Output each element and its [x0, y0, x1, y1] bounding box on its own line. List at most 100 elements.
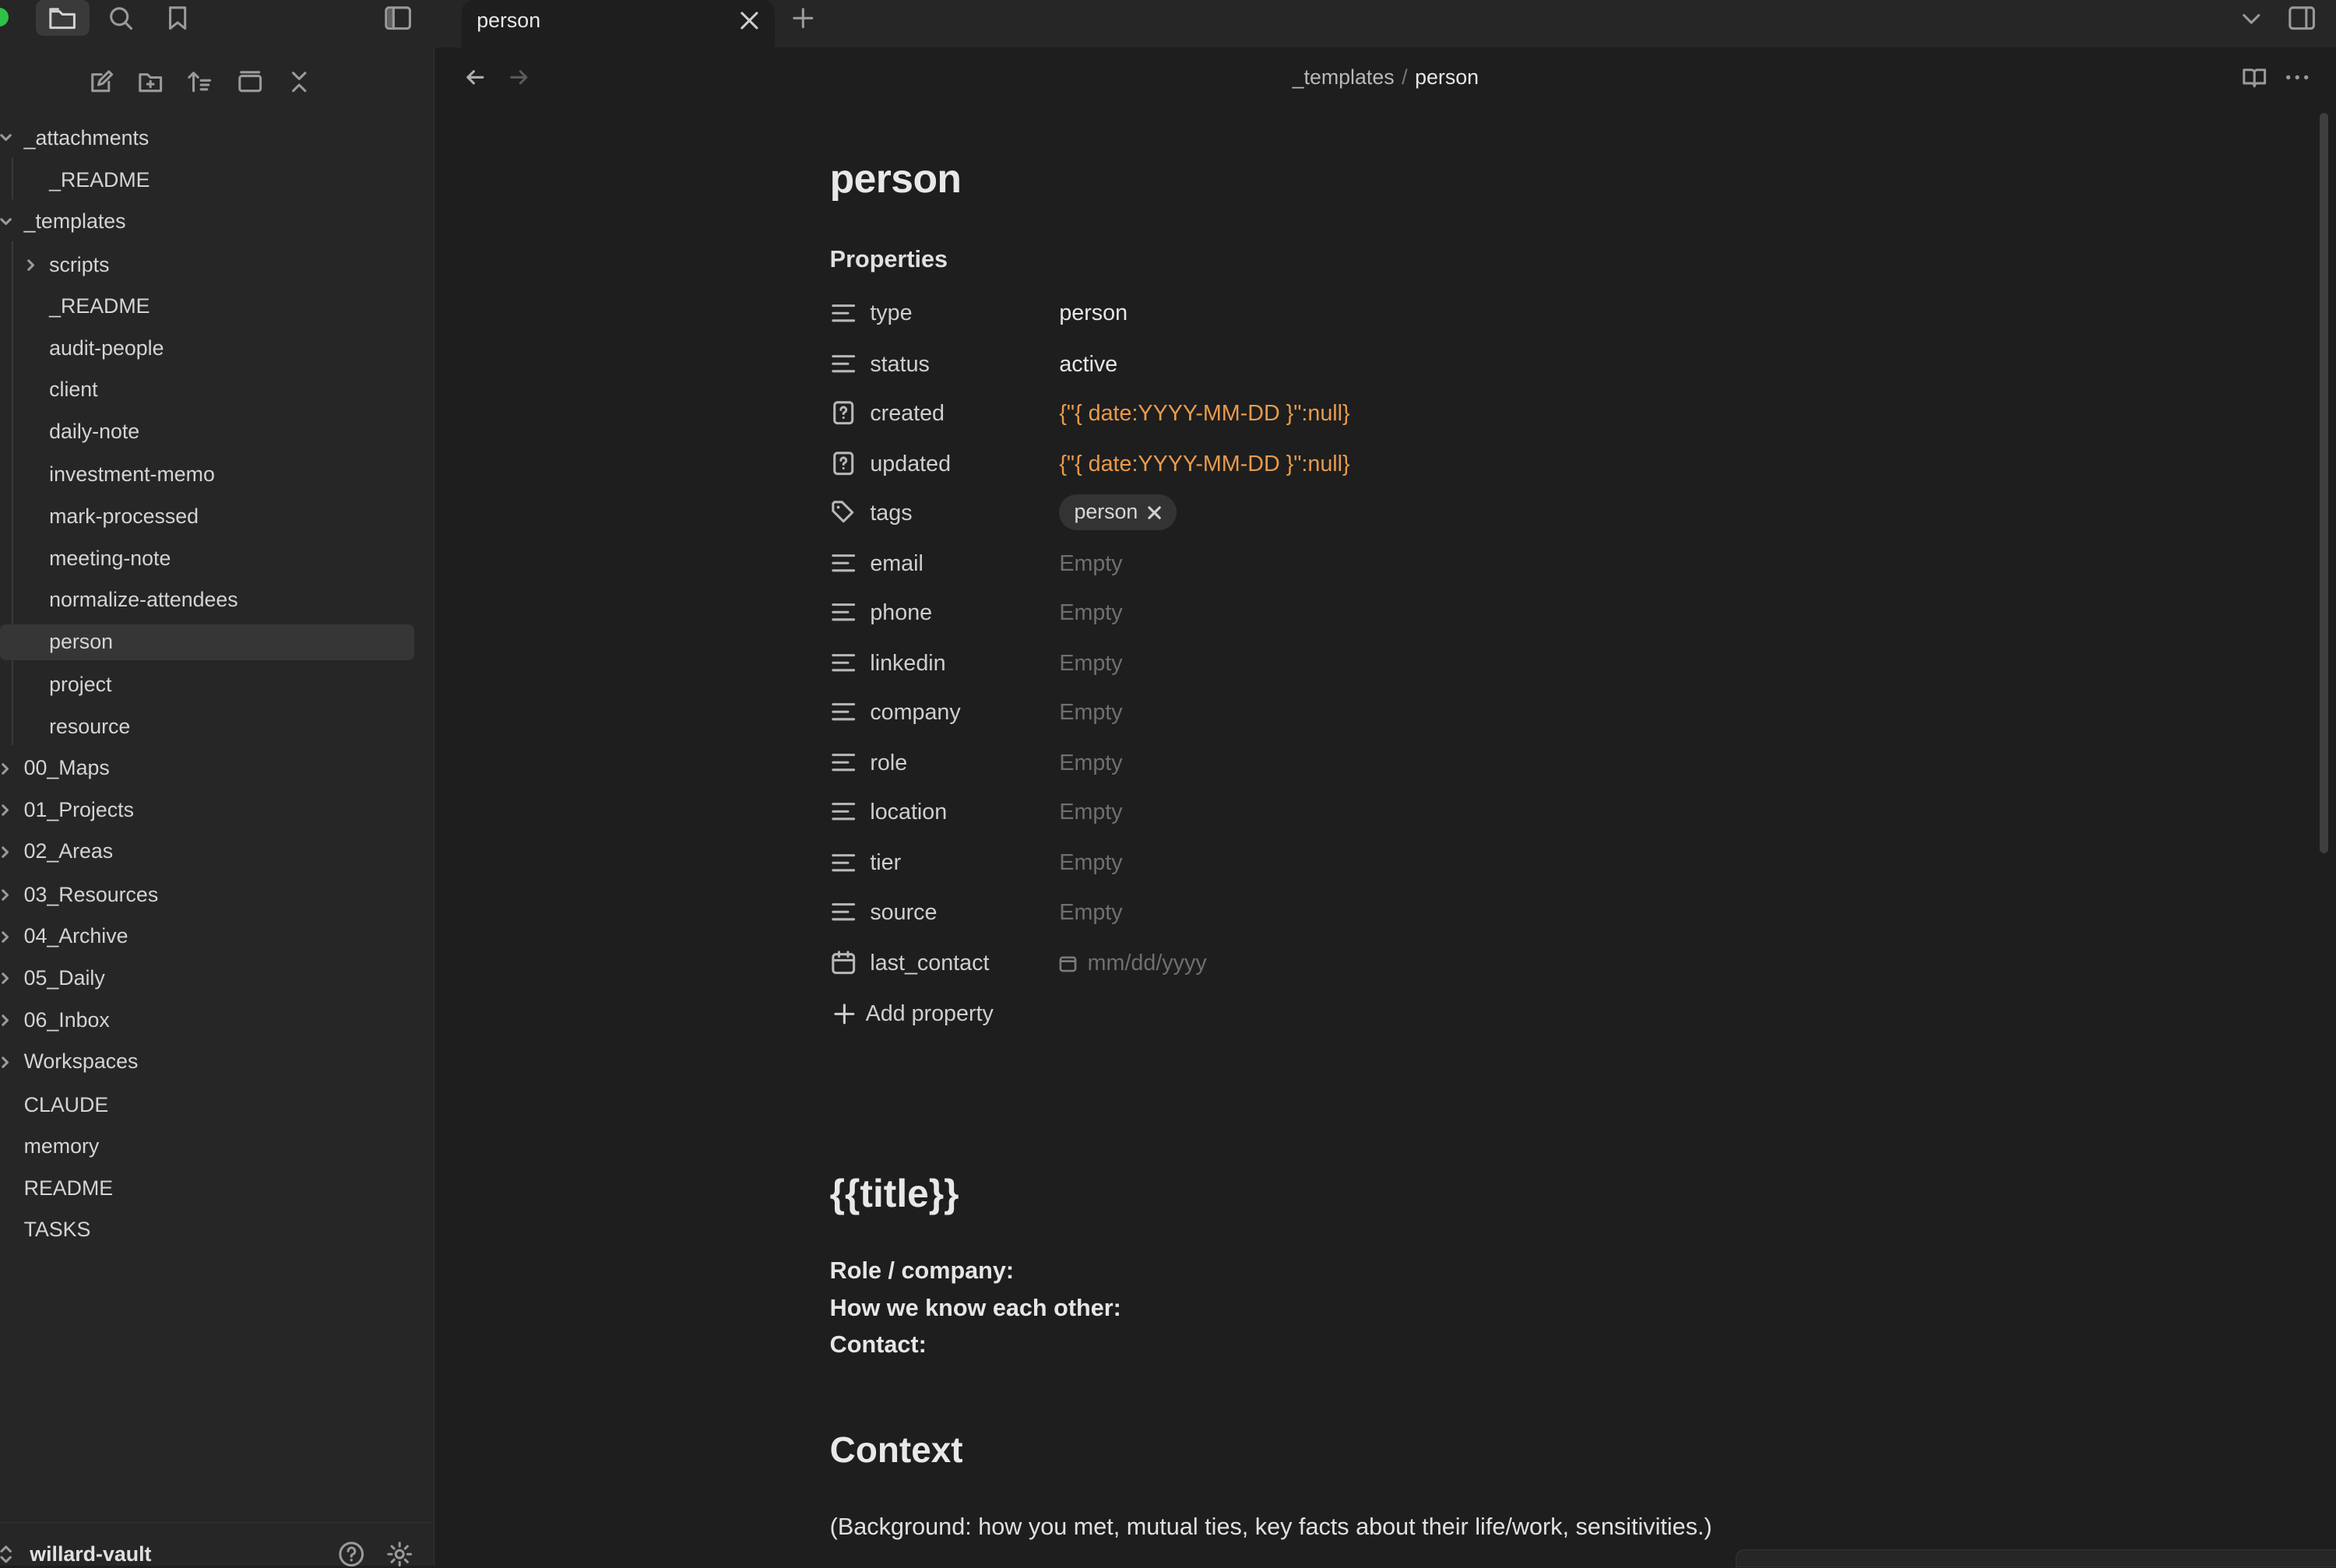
tree-file[interactable]: audit-people [0, 331, 432, 367]
tree-file[interactable]: person [0, 624, 414, 660]
text-icon[interactable] [830, 300, 857, 326]
bookmark-icon[interactable] [150, 0, 204, 36]
property-row-email[interactable]: email Empty [830, 541, 1724, 590]
property-row-location[interactable]: location Empty [830, 789, 1724, 838]
text-icon[interactable] [830, 798, 857, 824]
tree-file[interactable]: client [0, 372, 432, 408]
note-title[interactable]: person [830, 155, 962, 202]
property-row-created[interactable]: created {"{ date:YYYY-MM-DD }":null} [830, 390, 1724, 439]
new-folder-icon[interactable] [131, 62, 170, 101]
property-key[interactable]: phone [870, 600, 932, 626]
collapse-all-icon[interactable] [280, 62, 319, 101]
breadcrumb-folder[interactable]: _templates [1293, 65, 1395, 89]
tree-folder[interactable]: 05_Daily [0, 961, 432, 997]
property-row-last-contact[interactable]: last_contact mm/dd/yyyy [830, 940, 1724, 989]
property-key[interactable]: created [870, 401, 945, 427]
text-icon[interactable] [830, 698, 857, 725]
tree-folder[interactable]: 01_Projects [0, 793, 432, 828]
chevron-right-icon[interactable] [0, 971, 13, 986]
body-title[interactable]: {{title}} [830, 1171, 959, 1216]
tree-file[interactable]: memory [0, 1129, 432, 1165]
context-paragraph[interactable]: (Background: how you met, mutual ties, k… [830, 1514, 1712, 1541]
tree-file[interactable]: project [0, 667, 432, 703]
property-row-phone[interactable]: phone Empty [830, 590, 1724, 639]
tree-folder[interactable]: Workspaces [0, 1044, 432, 1080]
tree-folder[interactable]: 00_Maps [0, 751, 432, 786]
chevron-right-icon[interactable] [24, 258, 39, 272]
property-key[interactable]: tier [870, 850, 901, 876]
tree-file[interactable]: mark-processed [0, 499, 432, 535]
property-value[interactable]: active [1059, 352, 1117, 378]
unknown-type-icon[interactable] [830, 399, 857, 426]
add-property-button[interactable]: Add property [834, 1001, 994, 1027]
body-line[interactable]: Contact: [830, 1331, 927, 1359]
breadcrumb-current[interactable]: person [1415, 65, 1479, 89]
property-row-updated[interactable]: updated {"{ date:YYYY-MM-DD }":null} [830, 441, 1724, 490]
tree-folder[interactable]: 02_Areas [0, 834, 432, 870]
property-row-role[interactable]: role Empty [830, 740, 1724, 789]
tree-folder[interactable]: 04_Archive [0, 919, 432, 955]
auto-reveal-icon[interactable] [231, 62, 270, 101]
body-line[interactable]: How we know each other: [830, 1295, 1121, 1322]
tag-pill[interactable]: person [1059, 494, 1177, 531]
tree-file[interactable]: resource [0, 709, 432, 745]
help-icon[interactable] [338, 1541, 364, 1567]
tree-file[interactable]: _README [0, 289, 432, 325]
tree-file[interactable]: CLAUDE [0, 1088, 432, 1123]
chevron-right-icon[interactable] [0, 761, 13, 776]
property-value[interactable]: {"{ date:YYYY-MM-DD }":null} [1059, 401, 1349, 427]
sidebar-toggle-icon[interactable] [371, 0, 424, 36]
remove-tag-icon[interactable] [1147, 505, 1162, 520]
window-zoom-button[interactable] [0, 7, 9, 27]
tree-file[interactable]: _README [0, 163, 432, 199]
property-key[interactable]: updated [870, 452, 951, 477]
more-options-icon[interactable] [2284, 65, 2310, 90]
text-icon[interactable] [830, 599, 857, 625]
property-value-empty[interactable]: Empty [1059, 700, 1122, 726]
property-value[interactable]: person [1059, 301, 1128, 326]
property-row-tier[interactable]: tier Empty [830, 840, 1724, 889]
property-key[interactable]: tags [870, 501, 912, 526]
property-value-empty[interactable]: Empty [1059, 900, 1122, 926]
chevron-right-icon[interactable] [0, 1055, 13, 1070]
property-row-company[interactable]: company Empty [830, 690, 1724, 739]
property-key[interactable]: status [870, 352, 930, 378]
tree-file[interactable]: _templates [0, 204, 432, 240]
new-note-icon[interactable] [82, 62, 121, 101]
new-tab-icon[interactable] [791, 6, 815, 30]
gear-icon[interactable] [386, 1541, 413, 1567]
property-value-empty[interactable]: Empty [1059, 600, 1122, 626]
text-icon[interactable] [830, 749, 857, 775]
vault-switcher[interactable]: willard-vault [0, 1522, 434, 1567]
property-key[interactable]: role [870, 751, 907, 776]
property-key[interactable]: type [870, 301, 912, 326]
property-key[interactable]: location [870, 800, 947, 825]
tab-person[interactable]: person [462, 0, 775, 48]
property-row-status[interactable]: status active [830, 341, 1724, 390]
tree-file[interactable]: _attachments [0, 121, 432, 156]
property-value-empty[interactable]: Empty [1059, 751, 1122, 776]
property-row-tags[interactable]: tags person [830, 490, 1724, 539]
date-input[interactable]: mm/dd/yyyy [1059, 951, 1207, 976]
text-icon[interactable] [830, 898, 857, 925]
property-value-empty[interactable]: Empty [1059, 850, 1122, 876]
property-value-empty[interactable]: Empty [1059, 800, 1122, 825]
property-value[interactable]: {"{ date:YYYY-MM-DD }":null} [1059, 452, 1349, 477]
chevron-down-icon[interactable] [0, 131, 13, 146]
tree-folder[interactable]: 06_Inbox [0, 1003, 432, 1039]
chevron-down-icon[interactable] [0, 215, 13, 230]
text-icon[interactable] [830, 849, 857, 876]
tree-folder[interactable]: 03_Resources [0, 877, 432, 913]
close-icon[interactable] [739, 10, 760, 31]
search-icon[interactable] [94, 0, 148, 36]
text-icon[interactable] [830, 350, 857, 377]
property-value-empty[interactable]: Empty [1059, 651, 1122, 677]
tree-file[interactable]: meeting-note [0, 541, 432, 577]
chevron-right-icon[interactable] [0, 930, 13, 944]
chevron-down-icon[interactable] [2239, 8, 2264, 29]
body-line[interactable]: Role / company: [830, 1257, 1014, 1285]
book-open-icon[interactable] [2241, 65, 2267, 90]
property-key[interactable]: last_contact [870, 951, 989, 976]
properties-heading[interactable]: Properties [830, 246, 948, 273]
right-sidebar-toggle-icon[interactable] [2287, 5, 2317, 31]
